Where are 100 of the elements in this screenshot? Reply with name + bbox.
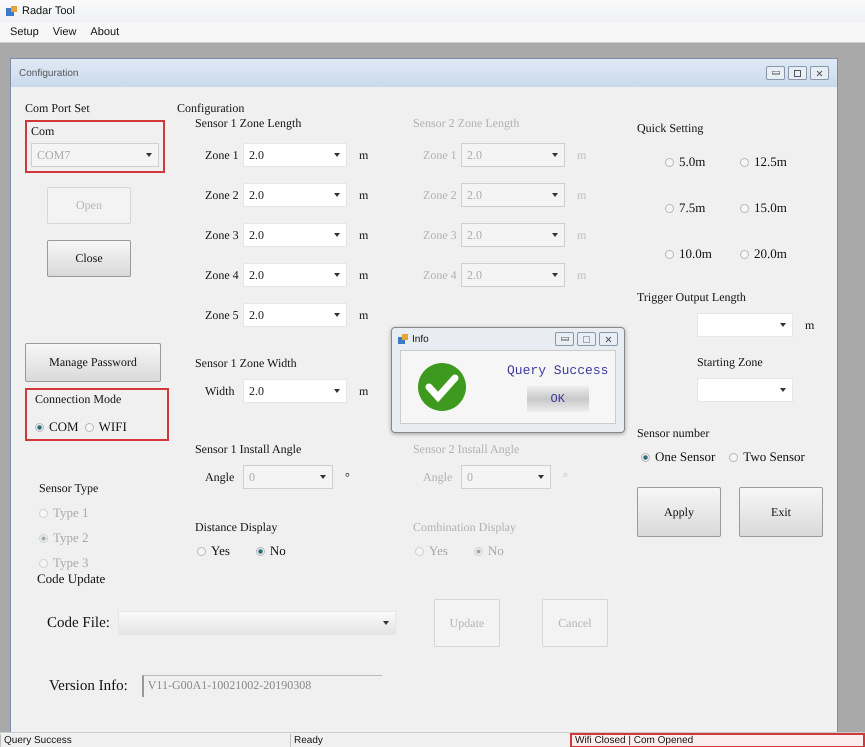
group-title: Configuration (177, 101, 246, 116)
unit-label: m (359, 228, 368, 242)
radio-option[interactable]: One Sensor (641, 449, 716, 465)
dropdown[interactable]: 2.0 (243, 303, 347, 327)
radio-option[interactable]: 15.0m (740, 200, 820, 216)
dropdown[interactable]: 2.0 (243, 223, 347, 247)
radio-option[interactable]: COM (35, 419, 79, 435)
caret-icon (780, 388, 786, 392)
radio-button[interactable] (665, 158, 674, 166)
radio-button[interactable] (740, 250, 749, 258)
manage-password-button[interactable]: Manage Password (25, 343, 161, 382)
status-item: Wifi Closed | Com Opened (570, 732, 865, 747)
minimize-icon (772, 71, 780, 75)
section-title: Distance Display (195, 520, 278, 535)
radio-button[interactable] (729, 452, 738, 462)
field-label: Angle (423, 470, 454, 484)
caret-icon (538, 475, 544, 479)
dialog-message: Query Success (507, 362, 608, 378)
section-title: Sensor 2 Install Angle (413, 442, 520, 457)
dropdown[interactable]: 2.0 (243, 263, 347, 287)
minimize-button[interactable] (555, 332, 574, 346)
caret-icon (780, 323, 786, 327)
dropdown[interactable] (118, 611, 396, 635)
status-item: Query Success (0, 732, 290, 747)
caret-icon (334, 313, 340, 317)
caret-icon (552, 153, 558, 157)
dropdown[interactable]: 2.0 (243, 183, 347, 207)
apply-button[interactable]: Apply (637, 487, 721, 537)
section-title: Starting Zone (697, 355, 764, 370)
radio-option[interactable]: 5.0m (665, 154, 740, 170)
unit-label: m (805, 318, 814, 332)
close-button[interactable] (810, 66, 829, 80)
menu-item[interactable]: Setup (10, 26, 39, 38)
field-label: Code File: (47, 614, 110, 632)
radio-option[interactable]: 7.5m (665, 200, 740, 216)
unit-label: ° (563, 470, 568, 484)
minimize-button[interactable] (766, 66, 785, 80)
radio-button[interactable] (197, 546, 206, 556)
caret-icon (334, 193, 340, 197)
dropdown[interactable] (697, 378, 793, 402)
maximize-icon (583, 336, 590, 342)
caret-icon (146, 153, 152, 157)
dropdown[interactable]: 2.0 (243, 143, 347, 167)
radio-button[interactable] (84, 422, 94, 432)
maximize-button[interactable] (788, 66, 807, 80)
radio-option[interactable]: No (256, 543, 286, 559)
check-icon (417, 362, 467, 412)
close-port-button[interactable]: Close (47, 240, 131, 278)
close-button[interactable] (599, 332, 618, 346)
unit-label: m (359, 148, 368, 162)
zone-label: Zone 2 (205, 188, 240, 202)
dropdown[interactable] (697, 313, 793, 337)
radio-button[interactable] (665, 250, 674, 258)
menu-item[interactable]: View (52, 26, 76, 38)
radio-button[interactable] (256, 546, 265, 556)
section-title: Code Update (37, 571, 106, 587)
app-icon (6, 5, 18, 17)
field-label: Angle (205, 470, 236, 484)
field-label: Width (205, 384, 236, 398)
close-icon (605, 336, 612, 342)
app-icon (398, 334, 408, 344)
maximize-icon (794, 70, 801, 76)
section-title: Sensor 1 Install Angle (195, 442, 302, 457)
field-label: Version Info: (49, 678, 128, 694)
unit-label: ° (345, 470, 350, 484)
radio-button[interactable] (740, 158, 749, 166)
caret-icon (382, 621, 389, 625)
caret-icon (334, 389, 340, 393)
section-title: Combination Display (413, 520, 517, 535)
radio-button[interactable] (740, 204, 749, 212)
radio-option[interactable]: Two Sensor (729, 449, 805, 465)
caret-icon (334, 233, 340, 237)
zone-label: Zone 2 (423, 188, 458, 202)
radio-option[interactable]: WIFI (84, 419, 127, 435)
radio-button[interactable] (665, 204, 674, 212)
radio-option[interactable]: Yes (197, 543, 230, 559)
dropdown[interactable]: 2.0 (243, 379, 347, 403)
group-title: Sensor Type (39, 481, 98, 496)
group-title: Connection Mode (35, 392, 122, 407)
window-title: Radar Tool (22, 5, 75, 17)
radio-option[interactable]: 20.0m (740, 246, 820, 262)
section-title: Trigger Output Length (637, 290, 747, 305)
dialog-title: Info (412, 334, 429, 344)
section-title: Sensor 1 Zone Length (195, 116, 302, 131)
radio-button[interactable] (641, 452, 650, 462)
ok-button[interactable]: OK (526, 386, 589, 412)
radio-option[interactable]: 10.0m (665, 246, 740, 262)
unit-label: m (359, 384, 368, 398)
menu-item[interactable]: About (90, 26, 120, 38)
caret-icon (334, 153, 340, 157)
field-label: Com (31, 124, 56, 139)
section-title: Sensor number (637, 426, 710, 441)
close-icon (816, 70, 823, 76)
exit-button[interactable]: Exit (739, 487, 823, 537)
radio-button[interactable] (35, 422, 44, 432)
section-title: Sensor 1 Zone Width (195, 356, 298, 371)
caret-icon (552, 233, 558, 237)
zone-label: Zone 1 (423, 148, 458, 162)
radio-option[interactable]: 12.5m (740, 154, 820, 170)
caret-icon (334, 273, 340, 277)
